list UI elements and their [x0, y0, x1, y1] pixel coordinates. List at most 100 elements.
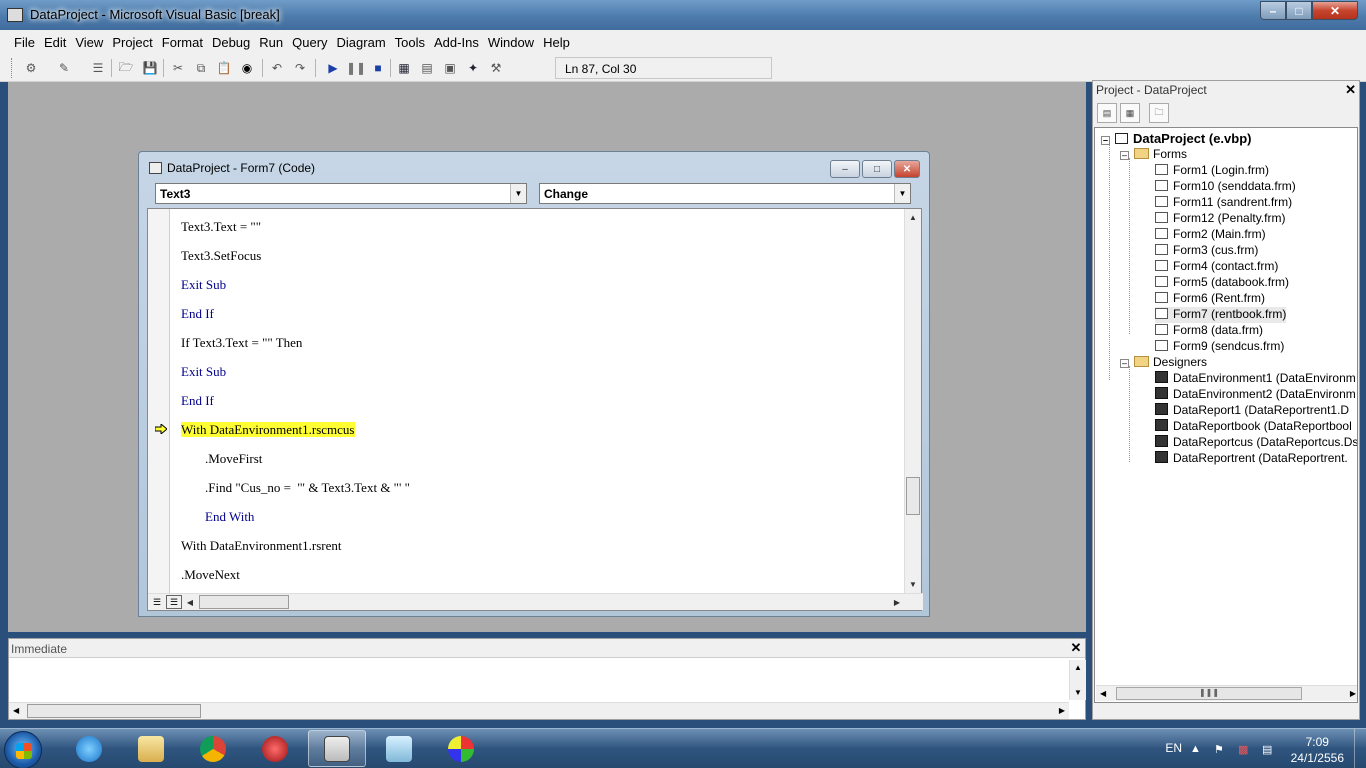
menu-add-ins[interactable]: Add-Ins — [434, 35, 479, 50]
code-line[interactable]: Text3.Text = "" — [181, 216, 261, 238]
action-center-flag-icon[interactable]: ⚑ — [1214, 743, 1226, 756]
start-button[interactable] — [4, 731, 42, 768]
menu-edit[interactable]: Edit — [44, 35, 66, 50]
taskbar-app[interactable] — [370, 730, 428, 767]
immediate-vertical-scrollbar[interactable]: ▲ ▼ — [1069, 660, 1086, 700]
collapse-icon[interactable]: – — [1120, 359, 1129, 368]
menu-editor-icon[interactable]: ☰ — [89, 59, 107, 77]
add-form-icon[interactable]: ✎ — [55, 59, 73, 77]
toolbox-icon[interactable]: ⚒ — [487, 59, 505, 77]
object-browser-icon[interactable]: ✦ — [464, 59, 482, 77]
tree-item-form[interactable]: Form3 (cus.frm) — [1155, 243, 1258, 259]
scroll-left-icon[interactable]: ◀ — [182, 594, 198, 610]
end-icon[interactable]: ■ — [369, 59, 387, 77]
tree-item-designer[interactable]: DataEnvironment1 (DataEnvironm — [1155, 371, 1356, 387]
tree-item-form-selected[interactable]: Form7 (rentbook.frm) — [1155, 307, 1287, 323]
language-indicator[interactable]: EN — [1165, 741, 1182, 755]
show-desktop-button[interactable] — [1354, 729, 1366, 768]
menu-window[interactable]: Window — [488, 35, 534, 50]
menu-debug[interactable]: Debug — [212, 35, 250, 50]
tree-item-designer[interactable]: DataEnvironment2 (DataEnvironm — [1155, 387, 1356, 403]
menu-file[interactable]: File — [14, 35, 35, 50]
open-project-icon[interactable]: 🗁 — [117, 59, 135, 77]
collapse-icon[interactable]: – — [1120, 151, 1129, 160]
taskbar-paint[interactable] — [432, 730, 490, 767]
scroll-right-icon[interactable]: ▶ — [889, 594, 905, 610]
scroll-thumb[interactable] — [199, 595, 289, 609]
redo-icon[interactable]: ↷ — [291, 59, 309, 77]
tree-item-designer[interactable]: DataReport1 (DataReportrent1.D — [1155, 403, 1349, 419]
tree-item-form[interactable]: Form12 (Penalty.frm) — [1155, 211, 1285, 227]
minimize-button[interactable]: – — [1260, 1, 1286, 20]
scroll-down-icon[interactable]: ▼ — [1074, 688, 1082, 697]
scroll-right-icon[interactable]: ▶ — [1350, 689, 1356, 698]
tree-item-form[interactable]: Form6 (Rent.frm) — [1155, 291, 1265, 307]
menu-tools[interactable]: Tools — [395, 35, 425, 50]
tree-item-form[interactable]: Form5 (databook.frm) — [1155, 275, 1289, 291]
tree-item-designer[interactable]: DataReportbook (DataReportbool — [1155, 419, 1352, 435]
tree-folder-forms[interactable]: – Forms — [1120, 147, 1187, 163]
menu-view[interactable]: View — [75, 35, 103, 50]
current-statement-line[interactable]: With DataEnvironment1.rscmcus — [181, 419, 355, 441]
chevron-down-icon[interactable]: ▼ — [894, 184, 910, 203]
code-vertical-scrollbar[interactable]: ▲ ▼ — [904, 209, 921, 593]
undo-icon[interactable]: ↶ — [268, 59, 286, 77]
toolbar-grip[interactable] — [11, 58, 14, 78]
scroll-down-icon[interactable]: ▼ — [905, 576, 921, 593]
code-line[interactable]: Exit Sub — [181, 274, 226, 296]
tree-horizontal-scrollbar[interactable]: ◀ ❚❚❚ ▶ — [1096, 685, 1357, 701]
tree-item-form[interactable]: Form8 (data.frm) — [1155, 323, 1263, 339]
code-line[interactable]: End If — [181, 303, 214, 325]
code-minimize-button[interactable]: – — [830, 160, 860, 178]
tree-item-form[interactable]: Form4 (contact.frm) — [1155, 259, 1278, 275]
find-icon[interactable]: ◉ — [238, 59, 256, 77]
save-project-icon[interactable]: 💾 — [141, 59, 159, 77]
taskbar-visual-basic[interactable] — [308, 730, 366, 767]
chevron-down-icon[interactable]: ▼ — [510, 184, 526, 203]
code-editor[interactable]: Text3.Text = "" Text3.SetFocus Exit Sub … — [147, 208, 923, 611]
menu-query[interactable]: Query — [292, 35, 327, 50]
scroll-up-icon[interactable]: ▲ — [905, 209, 921, 226]
form-layout-icon[interactable]: ▣ — [441, 59, 459, 77]
scroll-left-icon[interactable]: ◀ — [13, 706, 19, 715]
code-close-button[interactable]: ✕ — [894, 160, 920, 178]
network-icon[interactable]: ▩ — [1238, 743, 1250, 756]
code-horizontal-scrollbar[interactable]: ☰ ☰ ◀ ▶ — [148, 593, 923, 610]
tree-item-form[interactable]: Form11 (sandrent.frm) — [1155, 195, 1292, 211]
tree-item-form[interactable]: Form2 (Main.frm) — [1155, 227, 1266, 243]
project-tree[interactable]: – DataProject (e.vbp) – Forms Form1 (Login… — [1094, 127, 1358, 703]
full-module-view-icon[interactable]: ☰ — [166, 595, 182, 609]
scroll-right-icon[interactable]: ▶ — [1059, 706, 1065, 715]
volume-icon[interactable]: ▤ — [1262, 743, 1274, 756]
tree-item-form[interactable]: Form10 (senddata.frm) — [1155, 179, 1296, 195]
scroll-left-icon[interactable]: ◀ — [1100, 689, 1106, 698]
code-line[interactable]: With DataEnvironment1.rsrent — [181, 535, 342, 557]
tree-item-designer[interactable]: DataReportrent (DataReportrent. — [1155, 451, 1348, 467]
show-hidden-icons-icon[interactable]: ▲ — [1190, 743, 1202, 755]
toggle-folders-icon[interactable]: 🗀 — [1149, 103, 1169, 123]
paste-icon[interactable]: 📋 — [215, 59, 233, 77]
maximize-button[interactable]: □ — [1286, 1, 1312, 20]
run-start-icon[interactable]: ▶ — [324, 59, 342, 77]
scroll-thumb[interactable] — [906, 477, 920, 515]
scroll-up-icon[interactable]: ▲ — [1074, 663, 1082, 672]
add-project-icon[interactable]: ⚙ — [22, 59, 40, 77]
code-line[interactable]: End With — [205, 506, 254, 528]
taskbar-app[interactable] — [246, 730, 304, 767]
immediate-close-icon[interactable]: ✕ — [1069, 641, 1083, 655]
menu-help[interactable]: Help — [543, 35, 570, 50]
tree-project-root[interactable]: – DataProject (e.vbp) — [1101, 131, 1251, 147]
menu-run[interactable]: Run — [259, 35, 283, 50]
project-close-icon[interactable]: ✕ — [1345, 82, 1356, 98]
view-code-icon[interactable]: ▤ — [1097, 103, 1117, 123]
taskbar-ie[interactable] — [60, 730, 118, 767]
tree-item-designer[interactable]: DataReportcus (DataReportcus.Ds — [1155, 435, 1357, 451]
view-object-icon[interactable]: ▦ — [1120, 103, 1140, 123]
code-line[interactable]: Text3.SetFocus — [181, 245, 261, 267]
code-line[interactable]: If Text3.Text = "" Then — [181, 332, 302, 354]
menu-project[interactable]: Project — [112, 35, 152, 50]
menu-format[interactable]: Format — [162, 35, 203, 50]
code-line[interactable]: .MoveFirst — [205, 448, 262, 470]
scroll-thumb[interactable]: ❚❚❚ — [1116, 687, 1302, 700]
properties-window-icon[interactable]: ▤ — [418, 59, 436, 77]
